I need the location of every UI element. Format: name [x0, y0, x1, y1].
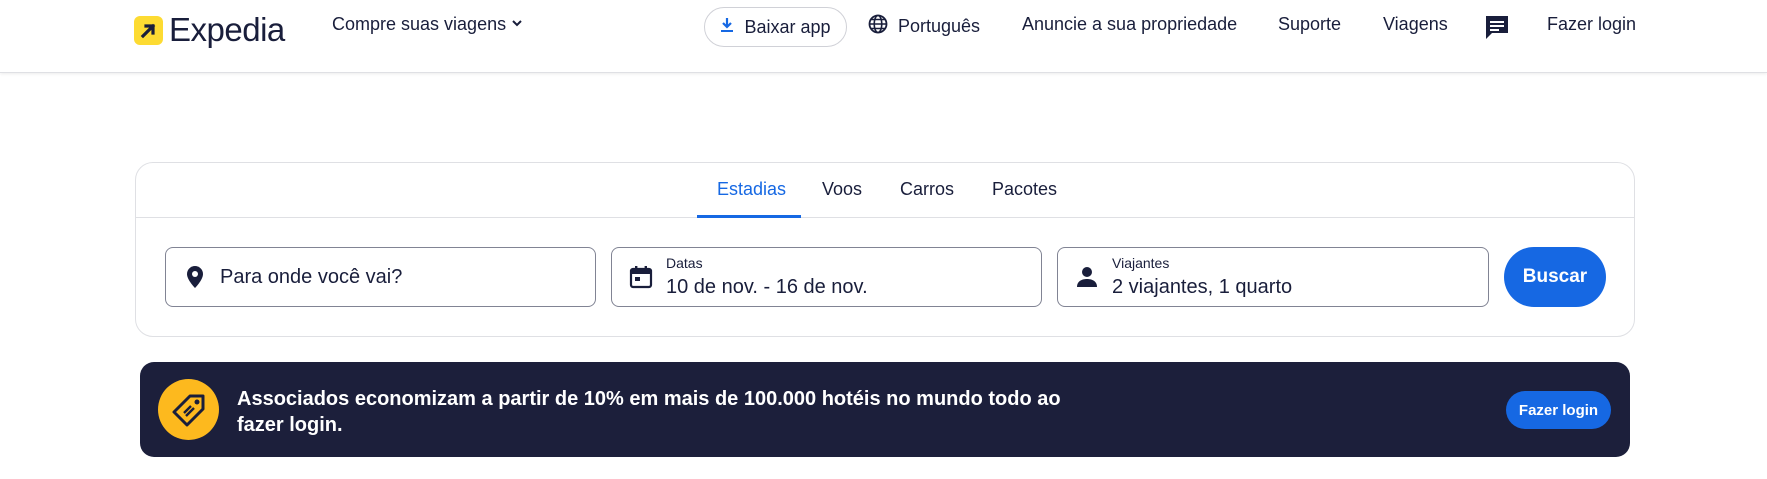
globe-icon	[868, 14, 888, 39]
member-promo-banner: Associados economizam a partir de 10% em…	[140, 362, 1630, 457]
dates-field[interactable]: Datas 10 de nov. - 16 de nov.	[611, 247, 1042, 307]
person-icon	[1074, 264, 1100, 290]
top-header: Expedia Compre suas viagens Baixar app P…	[0, 0, 1767, 73]
tab-stays[interactable]: Estadias	[717, 179, 786, 200]
tab-flights[interactable]: Voos	[822, 179, 862, 200]
shop-travel-menu[interactable]: Compre suas viagens	[332, 14, 524, 35]
expedia-arrow-icon	[134, 15, 163, 45]
language-label: Português	[898, 16, 981, 36]
expedia-logo[interactable]: Expedia	[134, 11, 285, 49]
chat-icon[interactable]	[1484, 14, 1510, 45]
calendar-icon	[628, 264, 654, 290]
search-panel: Estadias Voos Carros Pacotes Para onde v…	[135, 162, 1635, 337]
language-selector[interactable]: Português	[868, 14, 980, 39]
chevron-down-icon	[510, 14, 524, 35]
banner-sign-in-button[interactable]: Fazer login	[1506, 391, 1611, 429]
dates-value: 10 de nov. - 16 de nov.	[666, 276, 868, 298]
download-app-button[interactable]: Baixar app	[704, 7, 847, 47]
search-tabs: Estadias Voos Carros Pacotes	[136, 163, 1634, 218]
trips-link[interactable]: Viagens	[1383, 14, 1448, 35]
travelers-value: 2 viajantes, 1 quarto	[1112, 276, 1293, 298]
download-icon	[720, 17, 734, 38]
sign-in-link[interactable]: Fazer login	[1547, 14, 1636, 35]
dates-label: Datas	[666, 255, 703, 271]
shop-travel-label: Compre suas viagens	[332, 14, 507, 34]
active-tab-indicator	[697, 215, 801, 218]
location-pin-icon	[182, 264, 208, 290]
travelers-label: Viajantes	[1112, 255, 1170, 271]
member-promo-text: Associados economizam a partir de 10% em…	[237, 388, 1061, 436]
brand-name: Expedia	[169, 11, 285, 48]
price-tag-icon	[158, 379, 219, 440]
destination-placeholder: Para onde você vai?	[220, 266, 403, 288]
download-app-label: Baixar app	[744, 16, 831, 37]
travelers-field[interactable]: Viajantes 2 viajantes, 1 quarto	[1057, 247, 1489, 307]
search-button[interactable]: Buscar	[1504, 247, 1606, 307]
destination-field[interactable]: Para onde você vai?	[165, 247, 596, 307]
tab-packages[interactable]: Pacotes	[992, 179, 1057, 200]
tab-cars[interactable]: Carros	[900, 179, 954, 200]
list-property-link[interactable]: Anuncie a sua propriedade	[1022, 14, 1237, 35]
support-link[interactable]: Suporte	[1278, 14, 1341, 35]
